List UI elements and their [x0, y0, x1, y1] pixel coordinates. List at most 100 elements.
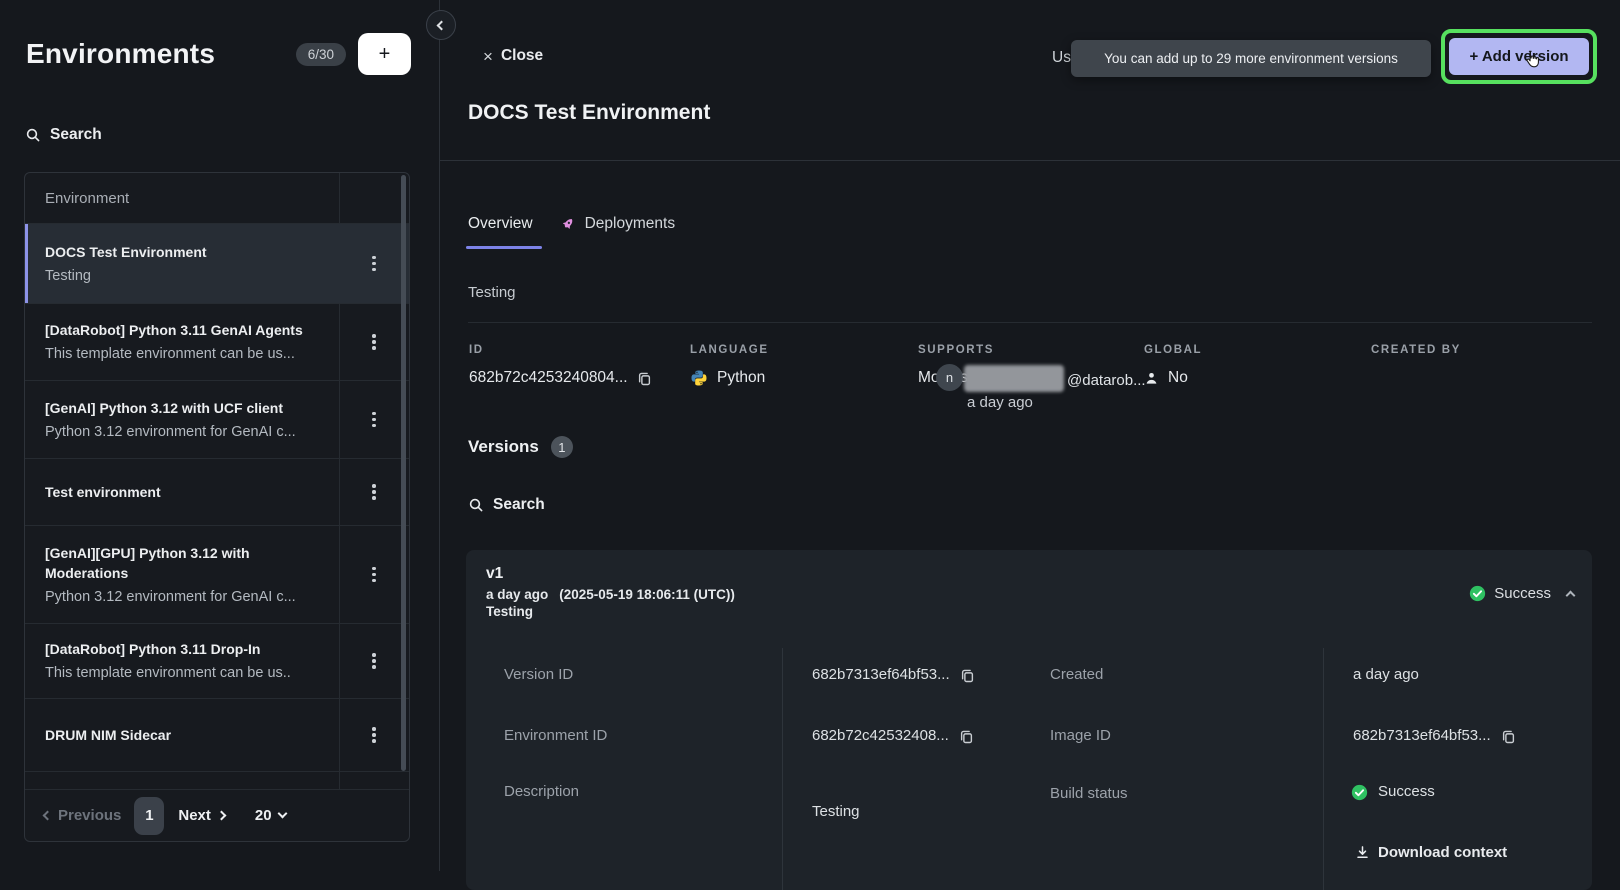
language-value: Python: [690, 369, 765, 387]
previous-page-button[interactable]: Previous: [44, 807, 121, 824]
environment-name: DOCS Test Environment: [45, 242, 325, 262]
versions-count-badge: 1: [551, 436, 573, 458]
image-id-label: Image ID: [1050, 726, 1111, 746]
success-check-icon: [1469, 585, 1486, 602]
partial-row: [25, 772, 409, 790]
global-label: GLOBAL: [1144, 344, 1202, 356]
chevron-right-icon: [216, 811, 226, 821]
environment-description: Python 3.12 environment for GenAI c...: [45, 587, 325, 607]
environment-row[interactable]: Test environment: [25, 459, 409, 526]
page-title: Environments: [26, 38, 296, 70]
next-page-button[interactable]: Next: [178, 807, 225, 824]
image-id-value: 682b7313ef64bf53...: [1353, 726, 1516, 746]
environment-id-label: Environment ID: [504, 726, 607, 746]
created-by-time: a day ago: [967, 394, 1033, 411]
kebab-icon: [372, 725, 376, 746]
environment-count-badge: 6/30: [296, 43, 346, 66]
environment-name: [DataRobot] Python 3.11 GenAI Agents: [45, 320, 325, 340]
close-button[interactable]: × Close: [477, 46, 549, 66]
environment-row[interactable]: [DataRobot] Python 3.11 GenAI Agents Thi…: [25, 304, 409, 381]
supports-label: SUPPORTS: [918, 344, 994, 356]
environment-row-selected[interactable]: DOCS Test Environment Testing: [25, 224, 409, 304]
sidebar-header: Environments 6/30 +: [26, 32, 411, 76]
tab-deployments[interactable]: Deployments: [559, 215, 675, 233]
row-menu-button[interactable]: [339, 699, 409, 771]
versions-heading: Versions 1: [468, 436, 573, 458]
card-column-divider: [1323, 648, 1324, 890]
environment-title: DOCS Test Environment: [468, 101, 710, 125]
environment-description: This template environment can be us..: [45, 663, 325, 683]
kebab-icon: [372, 564, 376, 585]
global-value: No: [1144, 369, 1188, 387]
environment-id-value: 682b72c42532408...: [812, 726, 974, 746]
chevron-down-icon: [277, 809, 287, 819]
page-size-dropdown[interactable]: 20: [255, 807, 286, 824]
created-value: a day ago: [1353, 665, 1419, 685]
row-menu-button[interactable]: [339, 526, 409, 623]
environment-name: Test environment: [45, 482, 325, 502]
row-menu-button[interactable]: [339, 381, 409, 458]
status-text: Success: [1494, 585, 1551, 602]
created-by-label: CREATED BY: [1371, 344, 1461, 356]
environments-search-button[interactable]: Search: [25, 126, 102, 144]
add-version-button[interactable]: + Add version: [1449, 38, 1589, 75]
success-check-icon: [1351, 784, 1368, 801]
table-header-row: Environment: [25, 173, 409, 224]
search-icon: [25, 127, 41, 143]
row-menu-button[interactable]: [339, 459, 409, 525]
download-icon: [1355, 845, 1370, 860]
environment-detail-panel: × Close Us You can add up to 29 more env…: [440, 0, 1620, 871]
close-label: Close: [501, 47, 543, 65]
row-menu-button[interactable]: [339, 224, 409, 303]
download-context-link[interactable]: Download context: [1355, 844, 1507, 861]
kebab-icon: [372, 253, 376, 274]
column-header-environment: Environment: [45, 190, 129, 207]
python-icon: [690, 369, 708, 387]
version-id-label: Version ID: [504, 665, 573, 685]
environment-description: Python 3.12 environment for GenAI c...: [45, 422, 325, 442]
collapse-version-chevron[interactable]: [1566, 591, 1576, 601]
version-status: Success: [1469, 585, 1574, 602]
version-card: v1 a day ago (2025-05-19 18:06:11 (UTC))…: [466, 550, 1592, 890]
hand-cursor-icon: [1520, 48, 1542, 75]
section-divider: [468, 322, 1592, 323]
chevron-left-icon: [43, 811, 53, 821]
row-menu-button[interactable]: [339, 304, 409, 380]
environment-row[interactable]: [GenAI][GPU] Python 3.12 with Moderation…: [25, 526, 409, 624]
created-label: Created: [1050, 665, 1103, 685]
copy-icon[interactable]: [637, 371, 652, 386]
row-menu-button[interactable]: [339, 624, 409, 698]
environment-row[interactable]: DRUM NIM Sidecar: [25, 699, 409, 772]
collapse-panel-button[interactable]: [426, 10, 456, 40]
close-icon: ×: [483, 48, 493, 65]
active-tab-underline: [466, 246, 542, 249]
build-status-label: Build status: [1050, 784, 1128, 804]
current-page-button[interactable]: 1: [134, 797, 164, 835]
version-meta: a day ago (2025-05-19 18:06:11 (UTC)): [486, 587, 735, 602]
copy-icon[interactable]: [959, 729, 974, 744]
environment-row[interactable]: [DataRobot] Python 3.11 Drop-In This tem…: [25, 624, 409, 699]
environment-name: [DataRobot] Python 3.11 Drop-In: [45, 639, 325, 659]
environment-name: [GenAI][GPU] Python 3.12 with Moderation…: [45, 543, 325, 583]
table-scrollbar[interactable]: [401, 175, 406, 771]
id-value: 682b72c4253240804...: [469, 369, 652, 387]
search-label: Search: [493, 496, 545, 514]
copy-icon[interactable]: [1501, 729, 1516, 744]
description-value: Testing: [812, 802, 860, 822]
versions-search-button[interactable]: Search: [468, 496, 545, 514]
tab-overview[interactable]: Overview: [468, 215, 533, 233]
tab-bar: Overview Deployments: [468, 215, 675, 233]
version-id-value: 682b7313ef64bf53...: [812, 665, 975, 685]
highlight-annotation: + Add version: [1441, 29, 1597, 84]
environment-description: This template environment can be us...: [45, 344, 325, 364]
search-label: Search: [50, 126, 102, 144]
environment-description: Testing: [45, 266, 325, 286]
language-label: LANGUAGE: [690, 344, 769, 356]
copy-icon[interactable]: [960, 668, 975, 683]
build-status-value: Success: [1351, 782, 1435, 802]
environments-sidebar: Environments 6/30 + Search Environment D…: [0, 0, 440, 871]
add-environment-button[interactable]: +: [358, 33, 411, 75]
environment-row[interactable]: [GenAI] Python 3.12 with UCF client Pyth…: [25, 381, 409, 459]
version-relative-time: a day ago: [486, 587, 548, 602]
kebab-icon: [372, 482, 376, 503]
